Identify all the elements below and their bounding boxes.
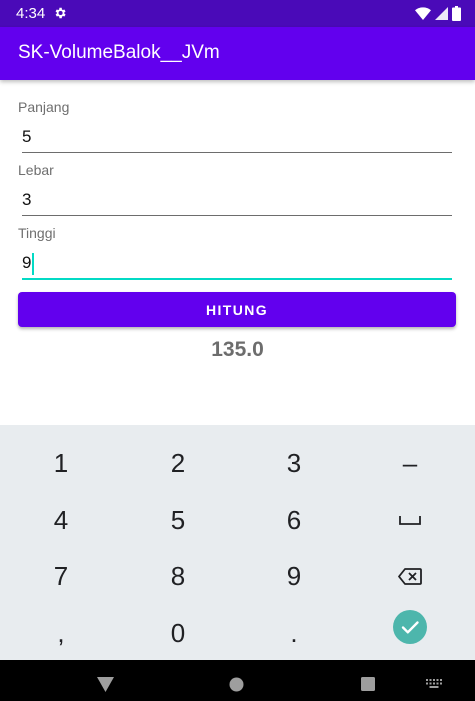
lebar-label: Lebar [18, 162, 54, 178]
key-period[interactable]: . [236, 605, 352, 661]
key-minus[interactable]: – [352, 435, 468, 491]
app-bar: SK-VolumeBalok__JVm [0, 27, 475, 80]
result-text: 135.0 [211, 338, 264, 361]
panjang-label: Panjang [18, 99, 70, 115]
panjang-value: 5 [22, 127, 32, 146]
key-1[interactable]: 1 [3, 435, 119, 491]
keyboard-icon[interactable] [426, 679, 442, 689]
screen: 4:34 SK-VolumeBalok__JVm Panjang 5 Lebar… [0, 0, 475, 701]
numeric-keyboard: 1 2 3 – 4 5 6 7 8 9 , 0 . [0, 425, 475, 660]
key-2[interactable]: 2 [120, 435, 236, 491]
key-space[interactable] [352, 492, 468, 548]
check-icon [393, 610, 427, 644]
gear-icon [55, 7, 66, 19]
battery-icon [452, 6, 461, 21]
navigation-bar [0, 660, 475, 701]
key-7[interactable]: 7 [3, 548, 119, 604]
recents-icon[interactable] [361, 677, 375, 691]
text-cursor [32, 252, 35, 275]
key-enter[interactable] [352, 599, 468, 655]
panjang-input[interactable]: 5 [22, 122, 452, 153]
key-4[interactable]: 4 [3, 492, 119, 548]
lebar-input[interactable]: 3 [22, 185, 452, 216]
key-comma[interactable]: , [3, 605, 119, 661]
wifi-icon [415, 7, 431, 20]
key-5[interactable]: 5 [120, 492, 236, 548]
signal-icon [435, 7, 448, 20]
backspace-icon [398, 567, 422, 585]
back-icon[interactable] [97, 677, 114, 692]
key-8[interactable]: 8 [120, 548, 236, 604]
key-9[interactable]: 9 [236, 548, 352, 604]
home-icon[interactable] [229, 677, 244, 692]
key-6[interactable]: 6 [236, 492, 352, 548]
tinggi-label: Tinggi [18, 225, 56, 241]
space-icon [399, 516, 421, 525]
tinggi-value: 9 [22, 253, 32, 272]
lebar-value: 3 [22, 190, 32, 209]
key-0[interactable]: 0 [120, 605, 236, 661]
hitung-button[interactable]: HITUNG [18, 292, 456, 327]
hitung-button-label: HITUNG [205, 301, 269, 318]
status-bar: 4:34 [0, 0, 475, 27]
app-title: SK-VolumeBalok__JVm [18, 42, 220, 63]
tinggi-input[interactable]: 9 [22, 248, 452, 280]
status-icons [415, 6, 461, 21]
key-backspace[interactable] [352, 548, 468, 604]
key-3[interactable]: 3 [236, 435, 352, 491]
status-time: 4:34 [16, 5, 46, 22]
